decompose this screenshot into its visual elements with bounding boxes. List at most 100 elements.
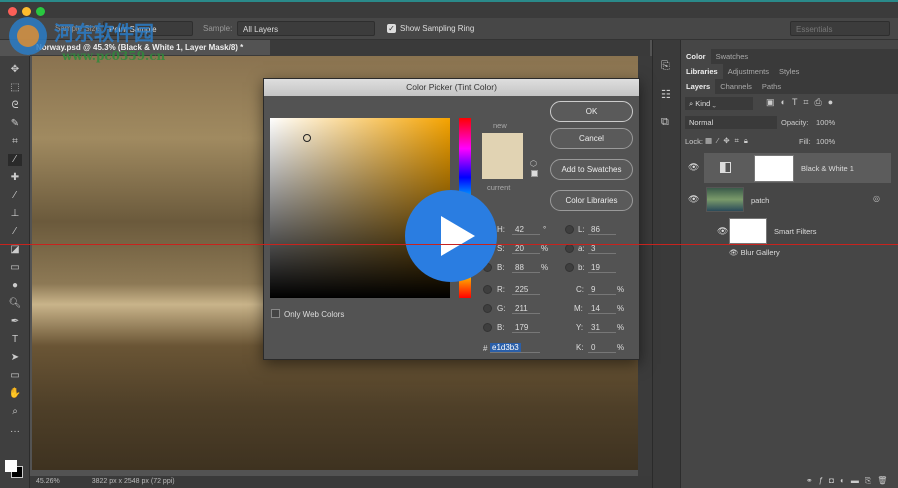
blue-input[interactable]: 179 bbox=[512, 323, 540, 333]
web-safe-icon[interactable] bbox=[531, 170, 538, 177]
lab-l-input[interactable]: 86 bbox=[588, 225, 616, 235]
lab-a-input[interactable]: 3 bbox=[588, 244, 616, 254]
new-label: new bbox=[493, 121, 507, 130]
shape-tool-icon[interactable]: ▭ bbox=[8, 370, 22, 382]
history-brush-icon[interactable]: ⁄ bbox=[8, 226, 22, 238]
zoom-level[interactable]: 45.26% bbox=[36, 478, 60, 485]
out-of-gamut-icon[interactable]: ⬡ bbox=[530, 159, 537, 168]
lab-a-radio[interactable] bbox=[565, 244, 574, 253]
sampling-ring-checkbox[interactable]: ✓ bbox=[387, 24, 396, 33]
green-radio[interactable] bbox=[483, 304, 492, 313]
foreground-color-swatch[interactable] bbox=[5, 460, 17, 472]
tab-layers[interactable]: Layers bbox=[681, 79, 716, 94]
tab-swatches[interactable]: Swatches bbox=[711, 49, 754, 64]
green-input[interactable]: 211 bbox=[512, 304, 540, 314]
hand-tool-icon[interactable]: ✋ bbox=[8, 388, 22, 400]
adjustments-panel-icon[interactable]: ⧉ bbox=[661, 116, 669, 129]
lasso-tool-icon[interactable]: ᘓ bbox=[8, 100, 22, 112]
tab-adjustments[interactable]: Adjustments bbox=[723, 64, 774, 79]
eraser-tool-icon[interactable]: ◪ bbox=[8, 244, 22, 256]
add-to-swatches-button[interactable]: Add to Swatches bbox=[550, 159, 633, 180]
layer-mask-thumbnail[interactable] bbox=[754, 155, 794, 182]
layer-black-white[interactable]: Black & White 1 bbox=[704, 153, 891, 183]
layer-actions-bar[interactable]: ⚭ƒ◘◐▬⎘🗑︎ bbox=[806, 476, 893, 486]
cancel-button[interactable]: Cancel bbox=[550, 128, 633, 149]
percent-unit: % bbox=[617, 343, 625, 352]
eyedropper-tool-icon[interactable]: ⁄ bbox=[8, 154, 22, 166]
red-radio[interactable] bbox=[483, 285, 492, 294]
kind-label: Kind bbox=[695, 99, 711, 108]
color-field-cursor[interactable] bbox=[303, 134, 311, 142]
black-input[interactable]: 0 bbox=[588, 343, 616, 353]
more-tools-icon[interactable]: ··· bbox=[8, 426, 22, 438]
quick-select-tool-icon[interactable]: ✎ bbox=[8, 118, 22, 130]
gradient-tool-icon[interactable]: ▭ bbox=[8, 262, 22, 274]
saturation-input[interactable]: 20 bbox=[512, 244, 540, 254]
stamp-tool-icon[interactable]: ⊥ bbox=[8, 208, 22, 220]
properties-panel-icon[interactable]: ☷ bbox=[661, 88, 671, 101]
visibility-eye-icon[interactable]: 👁︎ bbox=[688, 194, 699, 205]
hue-input[interactable]: 42 bbox=[512, 225, 540, 235]
current-color-swatch[interactable] bbox=[482, 156, 523, 179]
tab-paths[interactable]: Paths bbox=[757, 79, 786, 94]
brightness-input[interactable]: 88 bbox=[512, 263, 540, 273]
move-tool-icon[interactable]: ✥ bbox=[8, 64, 22, 76]
tab-channels[interactable]: Channels bbox=[715, 79, 757, 94]
magenta-input[interactable]: 14 bbox=[588, 304, 616, 314]
color-panel-tabs: Color Swatches bbox=[681, 49, 898, 64]
sample-select[interactable]: All Layers bbox=[237, 21, 375, 36]
visibility-eye-icon[interactable]: 👁︎ bbox=[717, 226, 728, 237]
svg-text:河东软件园: 河东软件园 bbox=[54, 21, 154, 45]
workspace-select[interactable]: Essentials bbox=[790, 21, 890, 36]
tools-panel: ✥ ⬚ ᘓ ✎ ⌗ ⁄ ✚ ⁄ ⊥ ⁄ ◪ ▭ ● 🔍︎ ✒ T ➤ ▭ ✋ ⌕… bbox=[0, 56, 30, 488]
opacity-value[interactable]: 100% bbox=[816, 118, 835, 127]
video-play-button[interactable] bbox=[405, 190, 497, 282]
crop-tool-icon[interactable]: ⌗ bbox=[8, 136, 22, 148]
layer-filter-kind-select[interactable]: ⌕ Kind ⌄ bbox=[685, 97, 753, 110]
lock-label: Lock: bbox=[685, 137, 703, 146]
lab-b-input[interactable]: 19 bbox=[588, 263, 616, 273]
visibility-eye-icon[interactable]: 👁︎ bbox=[729, 248, 741, 257]
ok-button[interactable]: OK bbox=[550, 101, 633, 122]
marquee-tool-icon[interactable]: ⬚ bbox=[8, 82, 22, 94]
color-libraries-button[interactable]: Color Libraries bbox=[550, 190, 633, 211]
healing-tool-icon[interactable]: ✚ bbox=[8, 172, 22, 184]
blue-radio[interactable] bbox=[483, 323, 492, 332]
dialog-title: Color Picker (Tint Color) bbox=[264, 79, 639, 96]
tab-libraries[interactable]: Libraries bbox=[681, 64, 723, 79]
filter-blur-gallery[interactable]: 👁︎ Blur Gallery bbox=[729, 248, 780, 257]
dodge-tool-icon[interactable]: 🔍︎ bbox=[8, 298, 22, 310]
lightness-radio[interactable] bbox=[565, 225, 574, 234]
visibility-eye-icon[interactable]: 👁︎ bbox=[688, 162, 699, 173]
type-tool-icon[interactable]: T bbox=[8, 334, 22, 346]
degree-unit: ° bbox=[543, 225, 547, 234]
tab-styles[interactable]: Styles bbox=[774, 64, 804, 79]
brush-tool-icon[interactable]: ⁄ bbox=[8, 190, 22, 202]
lock-icons[interactable]: ▦⁄✥⌗🔒︎ bbox=[705, 136, 753, 146]
yellow-input[interactable]: 31 bbox=[588, 323, 616, 333]
red-input[interactable]: 225 bbox=[512, 285, 540, 295]
fill-value[interactable]: 100% bbox=[816, 137, 835, 146]
pen-tool-icon[interactable]: ✒ bbox=[8, 316, 22, 328]
web-colors-label: Only Web Colors bbox=[284, 310, 345, 319]
smart-filters-row[interactable]: 👁︎ Smart Filters bbox=[681, 217, 891, 247]
layers-panel-tabs: Layers Channels Paths bbox=[681, 79, 898, 94]
blur-tool-icon[interactable]: ● bbox=[8, 280, 22, 292]
layer-filter-icons[interactable]: ▣◐T⌗⎙● bbox=[766, 97, 839, 108]
path-select-icon[interactable]: ➤ bbox=[8, 352, 22, 364]
lab-b-radio[interactable] bbox=[565, 263, 574, 272]
canvas-scrollbar[interactable] bbox=[638, 56, 652, 476]
blend-mode-select[interactable]: Normal bbox=[685, 116, 777, 129]
new-color-swatch bbox=[482, 133, 523, 156]
web-colors-checkbox[interactable] bbox=[271, 309, 280, 318]
layer-patch[interactable]: 👁︎ patch ◎ bbox=[681, 185, 891, 215]
filter-mask-thumbnail[interactable] bbox=[729, 218, 767, 244]
tab-color[interactable]: Color bbox=[681, 49, 711, 64]
guide-line bbox=[0, 244, 898, 245]
zoom-tool-icon[interactable]: ⌕ bbox=[8, 406, 22, 418]
history-panel-icon[interactable]: ⎘ bbox=[661, 60, 670, 73]
hex-input[interactable]: e1d3b3 bbox=[490, 343, 521, 352]
layer-name: Black & White 1 bbox=[801, 164, 854, 173]
cyan-input[interactable]: 9 bbox=[588, 285, 616, 295]
percent-unit: % bbox=[617, 323, 625, 332]
